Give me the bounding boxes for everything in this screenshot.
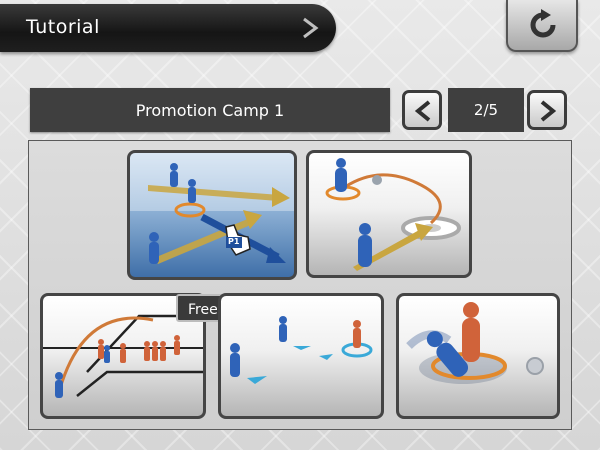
player-tag: P1 — [228, 237, 240, 246]
tutorial-header-tab[interactable]: Tutorial — [0, 4, 336, 52]
tutorial-thumbnail-2[interactable] — [306, 150, 472, 278]
camp-title: Promotion Camp 1 — [135, 100, 285, 120]
chevron-left-icon — [414, 100, 431, 122]
chevron-right-icon — [540, 100, 557, 122]
tutorial-thumbnail-4[interactable] — [218, 293, 384, 419]
chevron-right-icon — [298, 16, 322, 40]
next-page-button[interactable] — [527, 90, 567, 130]
header-title: Tutorial — [26, 16, 100, 38]
page-number: 2/5 — [473, 101, 499, 119]
reset-button[interactable] — [506, 0, 578, 52]
tutorial-thumbnail-1[interactable]: P1 — [127, 150, 297, 280]
refresh-icon — [530, 9, 556, 38]
previous-page-button[interactable] — [402, 90, 442, 130]
camp-title-bar: Promotion Camp 1 — [30, 88, 390, 132]
tutorial-thumbnail-5[interactable] — [396, 293, 560, 419]
page-indicator: 2/5 — [448, 88, 524, 132]
